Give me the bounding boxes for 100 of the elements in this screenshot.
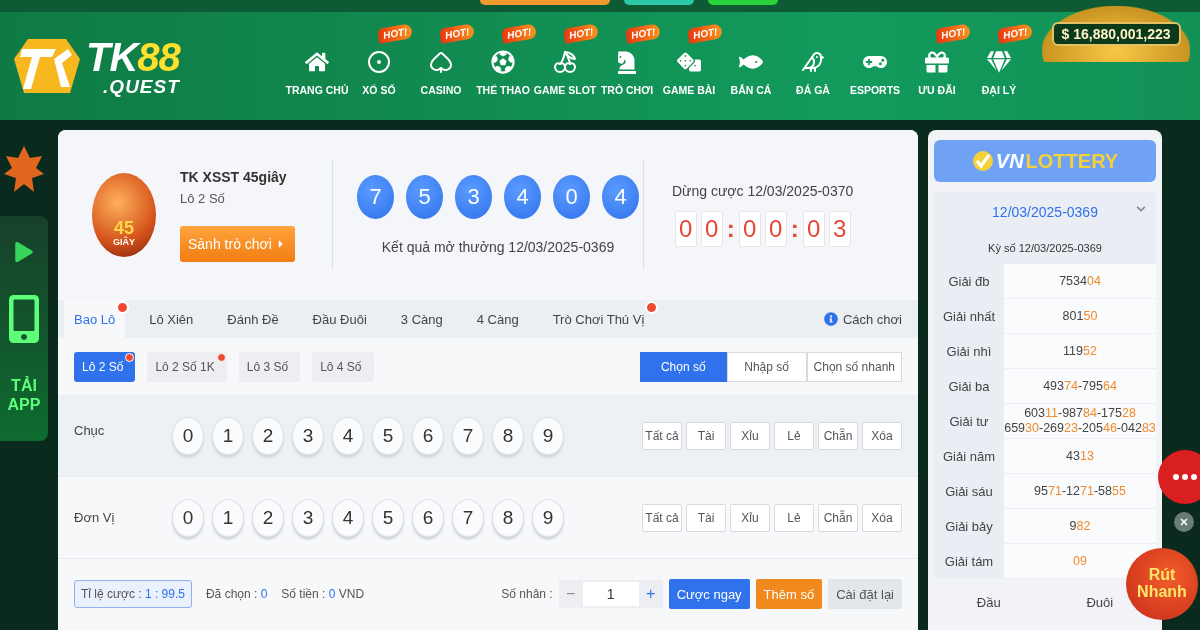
digit-ball[interactable]: 3 <box>292 416 324 455</box>
home-icon <box>305 50 329 74</box>
draw-select[interactable]: 12/03/2025-0369 <box>934 192 1156 232</box>
how-to-play-link[interactable]: Cách chơi <box>823 300 902 338</box>
nav-item[interactable]: TRANG CHỦ <box>286 36 348 96</box>
digit-ball[interactable]: 5 <box>372 416 404 455</box>
prize-name: Giải bảy <box>934 509 1004 543</box>
quick-pick-button[interactable]: Tất cả <box>642 421 682 450</box>
countdown-digit: 0 <box>802 211 825 247</box>
chat-button[interactable] <box>1158 450 1200 504</box>
digit-ball[interactable]: 6 <box>412 416 444 455</box>
digit-ball[interactable]: 4 <box>332 416 364 455</box>
quick-pick-button[interactable]: Xỉu <box>730 503 770 532</box>
prize-name: Giải đb <box>934 264 1004 298</box>
multiplier-field[interactable]: 1 <box>582 582 639 606</box>
digit-ball[interactable]: 0 <box>172 416 204 455</box>
quick-pick-button[interactable]: Xóa <box>862 503 902 532</box>
countdown-digit: 0 <box>738 211 761 247</box>
bet-type-tab[interactable]: Lô 4 Số <box>312 351 374 382</box>
quick-pick-button[interactable]: Xỉu <box>730 421 770 450</box>
prize-name: Giải tám <box>934 544 1004 578</box>
increment-button[interactable]: + <box>638 580 663 608</box>
promo-text: Nhanh <box>1137 584 1187 601</box>
row-label: Đơn Vị <box>74 510 116 525</box>
column-header: Đuôi <box>1086 595 1114 610</box>
digit-ball[interactable]: 3 <box>292 498 324 537</box>
top-bar-tab[interactable] <box>624 0 694 5</box>
game-tab[interactable]: Trò Chơi Thú Vị <box>542 300 655 338</box>
close-icon[interactable] <box>1174 512 1194 532</box>
quick-pick-button[interactable]: Xóa <box>862 421 902 450</box>
cherry-icon <box>553 50 577 74</box>
odds-box: Tỉ lệ cược : 1 : 99.5 <box>74 580 192 608</box>
reset-button[interactable]: Cài đặt lại <box>828 579 902 609</box>
input-mode-tab[interactable]: Chọn số nhanh <box>806 351 902 382</box>
digit-ball[interactable]: 6 <box>412 498 444 537</box>
game-tab[interactable]: Đánh Đề <box>217 300 289 338</box>
game-tab[interactable]: 3 Càng <box>390 300 453 338</box>
prize-number: 753404 <box>1004 264 1156 298</box>
nav-item[interactable]: ESPORTS <box>844 36 906 96</box>
multiplier-label: Số nhân : <box>501 587 553 601</box>
top-bar-tab[interactable] <box>480 0 610 5</box>
digit-ball[interactable]: 4 <box>332 498 364 537</box>
prize-name: Giải nhì <box>934 334 1004 368</box>
prize-number: 4313 <box>1004 439 1156 473</box>
brand-text: VN <box>995 149 1024 173</box>
bird-icon <box>801 50 825 74</box>
quick-pick-button[interactable]: Tài <box>686 421 726 450</box>
result-ball: 3 <box>455 175 492 219</box>
prize-name: Giải năm <box>934 439 1004 473</box>
digit-ball[interactable]: 5 <box>372 498 404 537</box>
app-download-banner[interactable]: TẢI APP <box>0 216 48 441</box>
digit-ball[interactable]: 8 <box>492 498 524 537</box>
quick-pick-button[interactable]: Tất cả <box>642 503 682 532</box>
countdown-digit: 0 <box>764 211 787 247</box>
quick-pick-button[interactable]: Tài <box>686 503 726 532</box>
game-title: TK XSST 45giây <box>180 168 288 185</box>
result-ball: 5 <box>406 175 443 219</box>
top-bar-tab[interactable] <box>708 0 778 5</box>
bet-type-tab[interactable]: Lô 3 Số <box>238 351 301 382</box>
prize-name: Giải nhất <box>934 299 1004 333</box>
quick-pick-button[interactable]: Chẵn <box>818 503 858 532</box>
digit-ball[interactable]: 7 <box>452 498 484 537</box>
digit-ball[interactable]: 8 <box>492 416 524 455</box>
digit-ball[interactable]: 2 <box>252 416 284 455</box>
promo-text: Rút <box>1148 567 1176 584</box>
hot-badge: HOT! <box>686 23 724 44</box>
hot-badge: HOT! <box>438 23 476 44</box>
digit-ball[interactable]: 9 <box>532 416 564 455</box>
gift-icon <box>925 50 949 74</box>
app-banner-text: TẢI <box>10 376 38 396</box>
digit-ball[interactable]: 1 <box>212 416 244 455</box>
game-tab[interactable]: Đầu Đuôi <box>302 300 377 338</box>
bet-close-label: Dừng cược 12/03/2025-0370 <box>672 183 854 199</box>
nav-item[interactable]: ĐÁ GÀ <box>782 36 844 96</box>
chosen-count: Đã chọn : 0 <box>205 587 268 601</box>
game-tab[interactable]: Bao Lô <box>64 300 126 338</box>
bet-type-tab[interactable]: Lô 2 Số <box>74 351 136 382</box>
quick-pick-button[interactable]: Lẻ <box>774 503 814 532</box>
quick-pick-button[interactable]: Chẵn <box>818 421 858 450</box>
digit-ball[interactable]: 7 <box>452 416 484 455</box>
result-ball: 4 <box>602 175 639 219</box>
digit-ball[interactable]: 1 <box>212 498 244 537</box>
logo-emblem-icon <box>14 37 80 95</box>
result-ball: 0 <box>553 175 590 219</box>
bet-type-tab[interactable]: Lô 2 Số 1K <box>147 351 227 382</box>
digit-ball[interactable]: 0 <box>172 498 204 537</box>
digit-ball[interactable]: 9 <box>532 498 564 537</box>
site-logo[interactable]: TK88 .QUEST <box>86 36 180 96</box>
game-tab[interactable]: 4 Càng <box>466 300 529 338</box>
bet-now-button[interactable]: Cược ngay <box>668 579 750 609</box>
countdown-separator: : <box>726 215 735 243</box>
chess-knight-icon <box>615 50 639 74</box>
digit-ball[interactable]: 2 <box>252 498 284 537</box>
result-caption: Kết quả mở thưởng 12/03/2025-0369 <box>381 239 615 255</box>
countdown-digit: 0 <box>700 211 723 247</box>
quick-pick-button[interactable]: Lẻ <box>774 421 814 450</box>
input-mode-tab[interactable]: Nhập số <box>726 351 807 382</box>
input-mode-tab[interactable]: Chọn số <box>639 351 727 382</box>
column-header: Đầu <box>976 595 1001 610</box>
game-tab[interactable]: Lô Xiên <box>139 300 204 338</box>
